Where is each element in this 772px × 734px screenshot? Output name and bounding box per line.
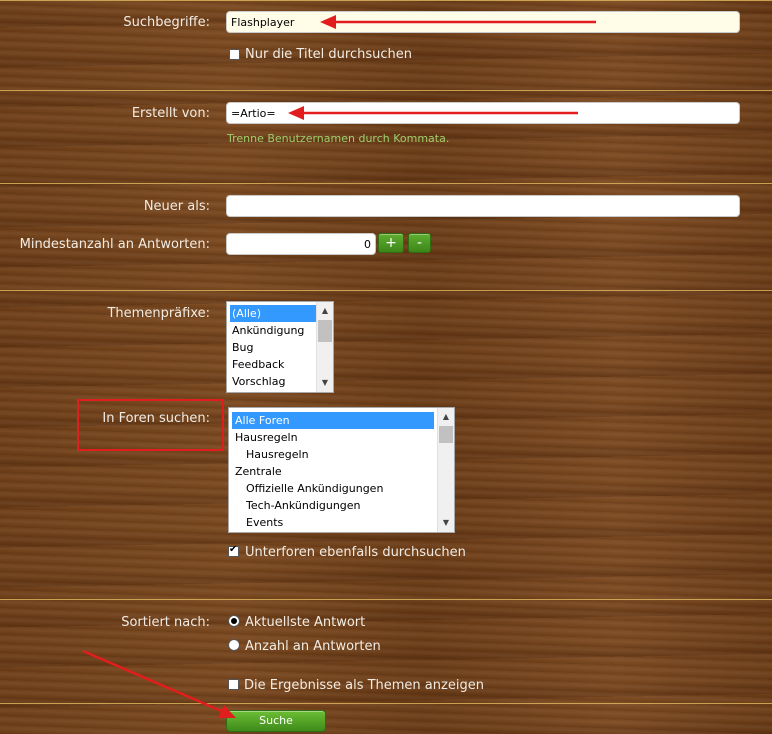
annotation-arrows: [82, 15, 596, 718]
arrow-icon: [82, 649, 236, 718]
arrow-icon: [288, 106, 578, 120]
arrow-icon: [320, 15, 596, 29]
